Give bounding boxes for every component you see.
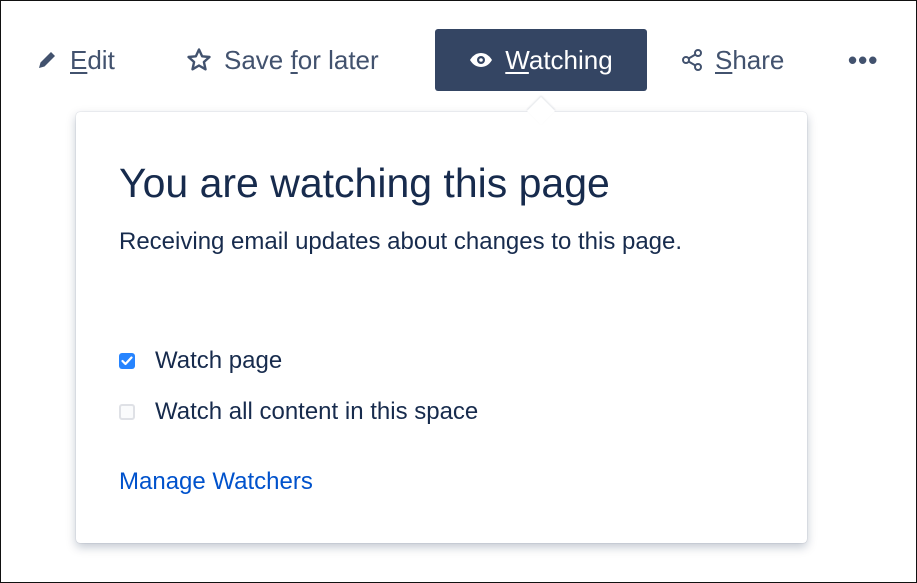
dialog-description: Receiving email updates about changes to… [119, 228, 683, 255]
watch-dialog: You are watching this page Receiving ema… [76, 96, 807, 543]
star-icon [186, 47, 212, 73]
manage-watchers-link[interactable]: Manage Watchers [119, 468, 313, 496]
watch-page-label: Watch page [155, 347, 283, 374]
dialog-title: You are watching this page [119, 160, 610, 206]
watch-space-checkbox[interactable] [119, 404, 135, 420]
eye-icon [469, 52, 493, 68]
more-actions-button[interactable]: ••• [848, 29, 878, 91]
share-label: Share [715, 44, 785, 75]
page-toolbar: Edit Save for later Watching Share ••• [0, 29, 917, 91]
edit-label: Edit [70, 44, 115, 75]
checkmark-icon [121, 356, 133, 366]
watch-page-checkbox[interactable] [119, 353, 135, 369]
save-for-later-label: Save for later [224, 44, 379, 75]
share-icon [681, 49, 703, 71]
pencil-icon [36, 49, 58, 71]
edit-button[interactable]: Edit [36, 29, 115, 91]
share-button[interactable]: Share [681, 29, 784, 91]
watch-space-label: Watch all content in this space [155, 398, 479, 425]
save-for-later-button[interactable]: Save for later [186, 29, 379, 91]
watching-button[interactable]: Watching [435, 29, 647, 91]
watch-page-option[interactable]: Watch page [119, 347, 282, 375]
watch-space-option[interactable]: Watch all content in this space [119, 398, 478, 426]
more-icon: ••• [848, 44, 879, 75]
watching-label: Watching [505, 44, 613, 75]
